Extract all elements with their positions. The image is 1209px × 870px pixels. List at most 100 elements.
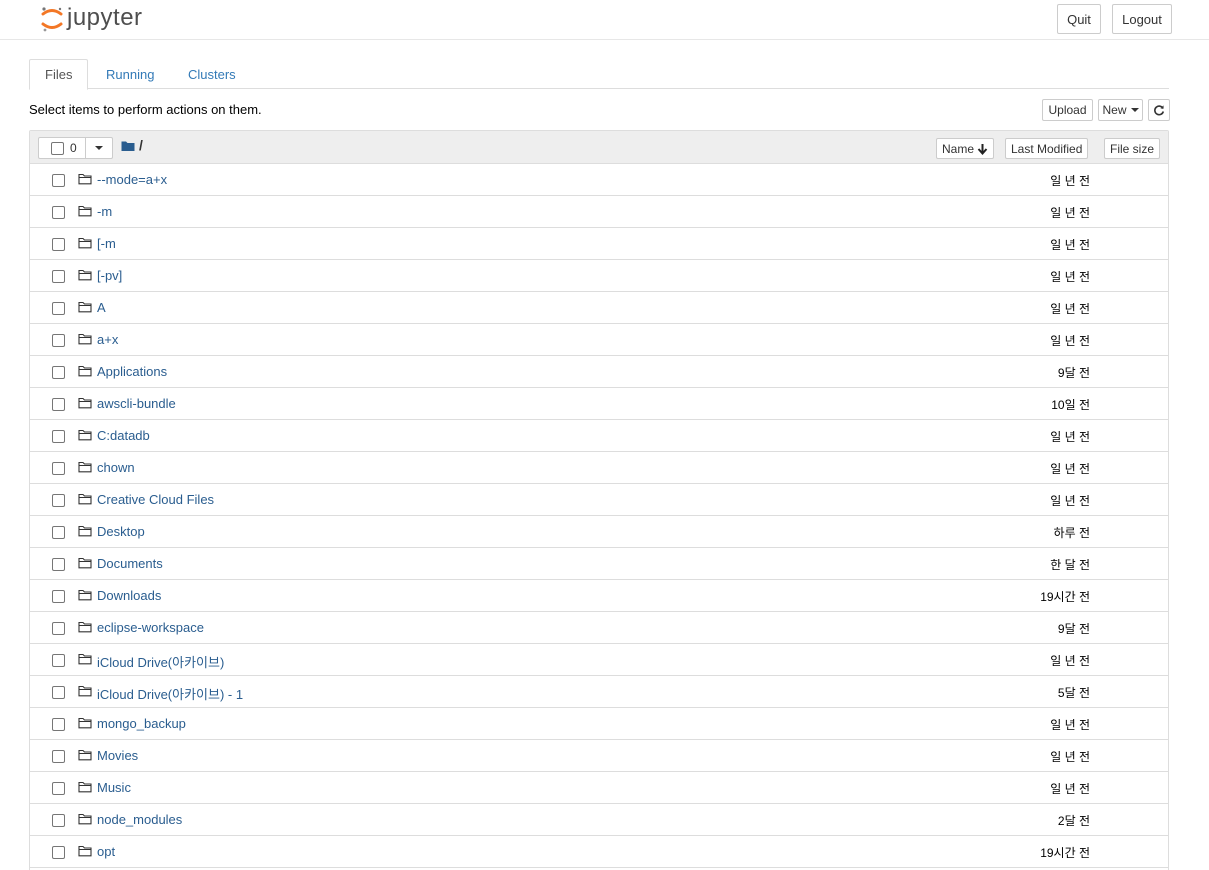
folder-outline-icon bbox=[78, 365, 92, 377]
file-name-link[interactable]: Applications bbox=[97, 364, 167, 379]
select-all-checkbox[interactable] bbox=[51, 141, 64, 155]
file-name-link[interactable]: A bbox=[97, 300, 106, 315]
row-checkbox[interactable] bbox=[52, 750, 65, 763]
file-row[interactable]: iCloud Drive(아카이브) - 1 5달 전 bbox=[30, 676, 1168, 708]
sort-last-modified-button[interactable]: Last Modified bbox=[1005, 138, 1089, 159]
refresh-button[interactable] bbox=[1148, 99, 1170, 121]
row-checkbox[interactable] bbox=[52, 430, 65, 443]
file-name-link[interactable]: chown bbox=[97, 460, 135, 475]
file-name-link[interactable]: Music bbox=[97, 780, 131, 795]
file-name-link[interactable]: [-m bbox=[97, 236, 116, 251]
file-name-link[interactable]: Movies bbox=[97, 748, 138, 763]
row-checkbox[interactable] bbox=[52, 206, 65, 219]
folder-outline-icon bbox=[78, 781, 92, 793]
file-row[interactable]: Desktop 하루 전 bbox=[30, 516, 1168, 548]
file-row[interactable]: A일 년 전 bbox=[30, 292, 1168, 324]
sort-file-size-button[interactable]: File size bbox=[1104, 138, 1161, 159]
row-checkbox[interactable] bbox=[52, 622, 65, 635]
row-checkbox[interactable] bbox=[52, 334, 65, 347]
folder-outline-icon bbox=[78, 461, 92, 473]
file-name-link[interactable]: awscli-bundle bbox=[97, 396, 176, 411]
folder-outline-icon bbox=[78, 653, 92, 665]
file-row[interactable]: Downloads 19시간 전 bbox=[30, 580, 1168, 612]
file-row[interactable]: a+x 일 년 전 bbox=[30, 324, 1168, 356]
sort-name-button[interactable]: Name bbox=[936, 138, 995, 159]
file-name-link[interactable]: --mode=a+x bbox=[97, 172, 167, 187]
last-modified: 일 년 전 bbox=[1050, 782, 1090, 796]
row-checkbox[interactable] bbox=[52, 686, 65, 699]
row-checkbox[interactable] bbox=[52, 238, 65, 251]
row-checkbox[interactable] bbox=[52, 590, 65, 603]
row-checkbox[interactable] bbox=[52, 462, 65, 475]
jupyter-logo[interactable]: jupyter bbox=[40, 3, 143, 35]
last-modified: 일 년 전 bbox=[1050, 494, 1090, 508]
upload-button[interactable]: Upload bbox=[1042, 99, 1093, 121]
file-row[interactable]: Music 일 년 전 bbox=[30, 772, 1168, 804]
file-row[interactable]: iCloud Drive(아카이브) 일 년 전 bbox=[30, 644, 1168, 676]
file-row[interactable]: Movies 일 년 전 bbox=[30, 740, 1168, 772]
row-checkbox[interactable] bbox=[52, 398, 65, 411]
file-name-link[interactable]: Creative Cloud Files bbox=[97, 492, 214, 507]
file-row[interactable]: node_modules 2달 전 bbox=[30, 804, 1168, 836]
new-dropdown-button[interactable]: New bbox=[1098, 99, 1143, 121]
file-row[interactable]: --mode=a+x 일 년 전 bbox=[30, 164, 1168, 196]
file-row[interactable]: Documents 한 달 전 bbox=[30, 548, 1168, 580]
file-name-link[interactable]: a+x bbox=[97, 332, 118, 347]
row-checkbox[interactable] bbox=[52, 174, 65, 187]
file-name-link[interactable]: eclipse-workspace bbox=[97, 620, 204, 635]
folder-outline-icon bbox=[78, 301, 92, 313]
file-row[interactable]: mongo_backup 일 년 전 bbox=[30, 708, 1168, 740]
tab-running[interactable]: Running bbox=[91, 59, 169, 89]
file-name-link[interactable]: iCloud Drive(아카이브) bbox=[97, 652, 224, 671]
file-row[interactable]: -m 일 년 전 bbox=[30, 196, 1168, 228]
file-row[interactable]: opt 19시간 전 bbox=[30, 836, 1168, 868]
last-modified: 일 년 전 bbox=[1050, 174, 1090, 188]
file-name-link[interactable]: [-pv] bbox=[97, 268, 122, 283]
file-name-link[interactable]: Desktop bbox=[97, 524, 145, 539]
tab-clusters[interactable]: Clusters bbox=[173, 59, 251, 89]
quit-button[interactable]: Quit bbox=[1057, 4, 1101, 34]
folder-solid-icon[interactable] bbox=[121, 140, 135, 152]
file-name-link[interactable]: C:datadb bbox=[97, 428, 150, 443]
last-modified: 일 년 전 bbox=[1050, 302, 1090, 316]
row-checkbox[interactable] bbox=[52, 782, 65, 795]
select-dropdown-button[interactable] bbox=[86, 138, 112, 158]
row-checkbox[interactable] bbox=[52, 526, 65, 539]
select-all-toggle[interactable]: 0 bbox=[39, 138, 87, 158]
last-modified: 일 년 전 bbox=[1050, 718, 1090, 732]
row-checkbox[interactable] bbox=[52, 270, 65, 283]
file-name-link[interactable]: iCloud Drive(아카이브) - 1 bbox=[97, 684, 243, 703]
row-checkbox[interactable] bbox=[52, 558, 65, 571]
file-row[interactable]: [-m 일 년 전 bbox=[30, 228, 1168, 260]
file-row[interactable]: Applications 9달 전 bbox=[30, 356, 1168, 388]
last-modified: 9달 전 bbox=[1057, 622, 1090, 636]
file-row[interactable]: Creative Cloud Files 일 년 전 bbox=[30, 484, 1168, 516]
file-name-link[interactable]: opt bbox=[97, 844, 115, 859]
row-checkbox[interactable] bbox=[52, 718, 65, 731]
row-checkbox[interactable] bbox=[52, 846, 65, 859]
row-checkbox[interactable] bbox=[52, 366, 65, 379]
tab-files[interactable]: Files bbox=[29, 59, 89, 90]
file-row[interactable]: eclipse-workspace 9달 전 bbox=[30, 612, 1168, 644]
folder-outline-icon bbox=[78, 557, 92, 569]
folder-outline-icon bbox=[78, 589, 92, 601]
file-row[interactable]: C:datadb 일 년 전 bbox=[30, 420, 1168, 452]
file-row[interactable]: chown 일 년 전 bbox=[30, 452, 1168, 484]
last-modified: 10일 전 bbox=[1051, 398, 1090, 412]
new-button-label: New bbox=[1102, 103, 1127, 117]
file-row[interactable]: awscli-bundle 10일 전 bbox=[30, 388, 1168, 420]
file-name-link[interactable]: Documents bbox=[97, 556, 163, 571]
file-name-link[interactable]: node_modules bbox=[97, 812, 182, 827]
row-checkbox[interactable] bbox=[52, 302, 65, 315]
row-checkbox[interactable] bbox=[52, 814, 65, 827]
caret-down-icon bbox=[95, 146, 104, 150]
row-checkbox[interactable] bbox=[52, 494, 65, 507]
breadcrumb-separator[interactable]: / bbox=[139, 137, 143, 153]
file-name-link[interactable]: -m bbox=[97, 204, 112, 219]
row-checkbox[interactable] bbox=[52, 654, 65, 667]
file-row[interactable]: [-pv] 일 년 전 bbox=[30, 260, 1168, 292]
file-name-link[interactable]: mongo_backup bbox=[97, 716, 186, 731]
file-name-link[interactable]: Downloads bbox=[97, 588, 161, 603]
folder-outline-icon bbox=[78, 429, 92, 441]
logout-button[interactable]: Logout bbox=[1112, 4, 1172, 34]
